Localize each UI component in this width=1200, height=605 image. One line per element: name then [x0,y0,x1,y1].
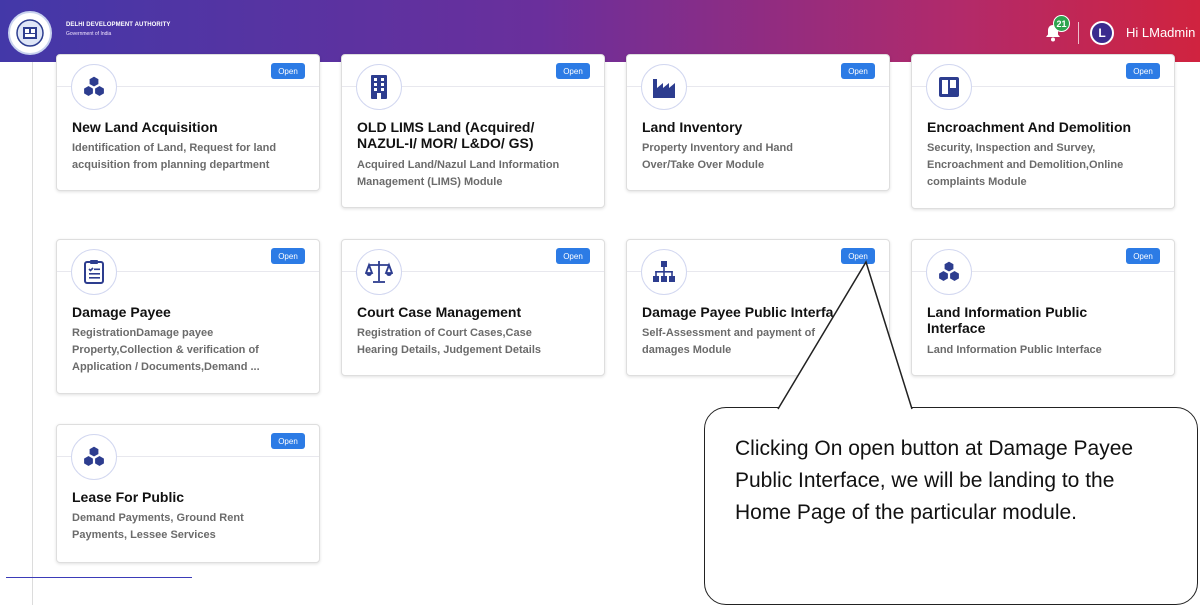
open-button[interactable]: Open [271,248,305,264]
notification-badge: 21 [1053,15,1070,32]
building-icon [371,75,387,99]
open-button[interactable]: Open [271,63,305,79]
callout-text: Clicking On open button at Damage Payee … [735,437,1134,524]
factory-icon [653,79,675,98]
card-icon-circle [356,249,402,295]
org-name: DELHI DEVELOPMENT AUTHORITY [66,22,171,28]
card-description: Demand Payments, Ground Rent [72,512,244,524]
open-button[interactable]: Open [1126,248,1160,264]
open-button[interactable]: Open [841,248,875,264]
module-card: Open OLD LIMS Land (Acquired/ NAZUL-I/ M… [341,54,605,208]
cubes-icon [82,75,106,98]
org-subtitle: Government of India [66,31,112,37]
card-description: Encroachment and Demolition,Online [927,159,1124,171]
card-description: complaints Module [927,176,1027,188]
card-title: Lease For Public [72,489,185,505]
module-card: Open New Land Acquisition Identification… [56,54,320,191]
card-description: Identification of Land, Request for land [72,142,277,154]
module-card: Open Land Information Public Interface L… [911,239,1175,376]
module-card: Open Lease For Public Demand Payments, G… [56,424,320,563]
card-icon-circle [71,434,117,480]
card-icon-circle [71,64,117,110]
user-greeting[interactable]: Hi LMadmin [1126,25,1195,40]
card-title: Land Information Public Interface [927,304,1088,336]
card-description: Property,Collection & verification of [72,344,259,356]
card-title: Court Case Management [357,304,522,320]
card-description: damages Module [642,344,732,356]
module-card: Open Encroachment And Demolition Securit… [911,54,1175,209]
card-icon-circle [641,64,687,110]
header-divider [1078,22,1079,44]
open-button[interactable]: Open [841,63,875,79]
card-title: New Land Acquisition [72,119,218,135]
emblem-icon [16,19,44,47]
card-description: Payments, Lessee Services [72,529,216,541]
sitemap-icon [653,261,675,282]
card-title: Damage Payee [72,304,171,320]
card-title: Damage Payee Public Interfa [642,304,834,320]
card-description: Self-Assessment and payment of [642,327,815,339]
card-description: Acquired Land/Nazul Land Information [357,159,560,171]
open-button[interactable]: Open [1126,63,1160,79]
card-title: Encroachment And Demolition [927,119,1132,135]
module-card: Open Damage Payee Public Interfa Self-As… [626,239,890,376]
document-icon [84,260,104,284]
card-description: Registration of Court Cases,Case [357,327,532,339]
card-title: Land Inventory [642,119,743,135]
top-navbar: DELHI DEVELOPMENT AUTHORITY Government o… [0,0,1200,62]
module-card: Open Land Inventory Property Inventory a… [626,54,890,191]
module-card: Open Damage Payee RegistrationDamage pay… [56,239,320,394]
card-description: Security, Inspection and Survey, [927,142,1096,154]
card-icon-circle [356,64,402,110]
card-icon-circle [71,249,117,295]
open-button[interactable]: Open [556,248,590,264]
content-left-border [32,62,33,605]
card-icon-circle [641,249,687,295]
board-icon [939,77,959,97]
card-description: Management (LIMS) Module [357,176,503,188]
card-description: Application / Documents,Demand ... [72,361,260,373]
open-button[interactable]: Open [271,433,305,449]
user-avatar[interactable]: L [1090,21,1114,45]
cubes-icon [82,445,106,468]
card-description: Over/Take Over Module [642,159,765,171]
card-description: Property Inventory and Hand [642,142,793,154]
card-title: OLD LIMS Land (Acquired/ NAZUL-I/ MOR/ L… [357,119,535,151]
card-description: Hearing Details, Judgement Details [357,344,541,356]
scales-icon [365,261,393,283]
card-description: acquisition from planning department [72,159,270,171]
card-description: RegistrationDamage payee [72,327,214,339]
open-button[interactable]: Open [556,63,590,79]
card-icon-circle [926,249,972,295]
module-card: Open Court Case Management Registration … [341,239,605,376]
cubes-icon [937,260,961,283]
card-description: Land Information Public Interface [927,344,1102,356]
dda-logo[interactable] [8,11,52,55]
footer-divider [6,577,192,578]
card-icon-circle [926,64,972,110]
